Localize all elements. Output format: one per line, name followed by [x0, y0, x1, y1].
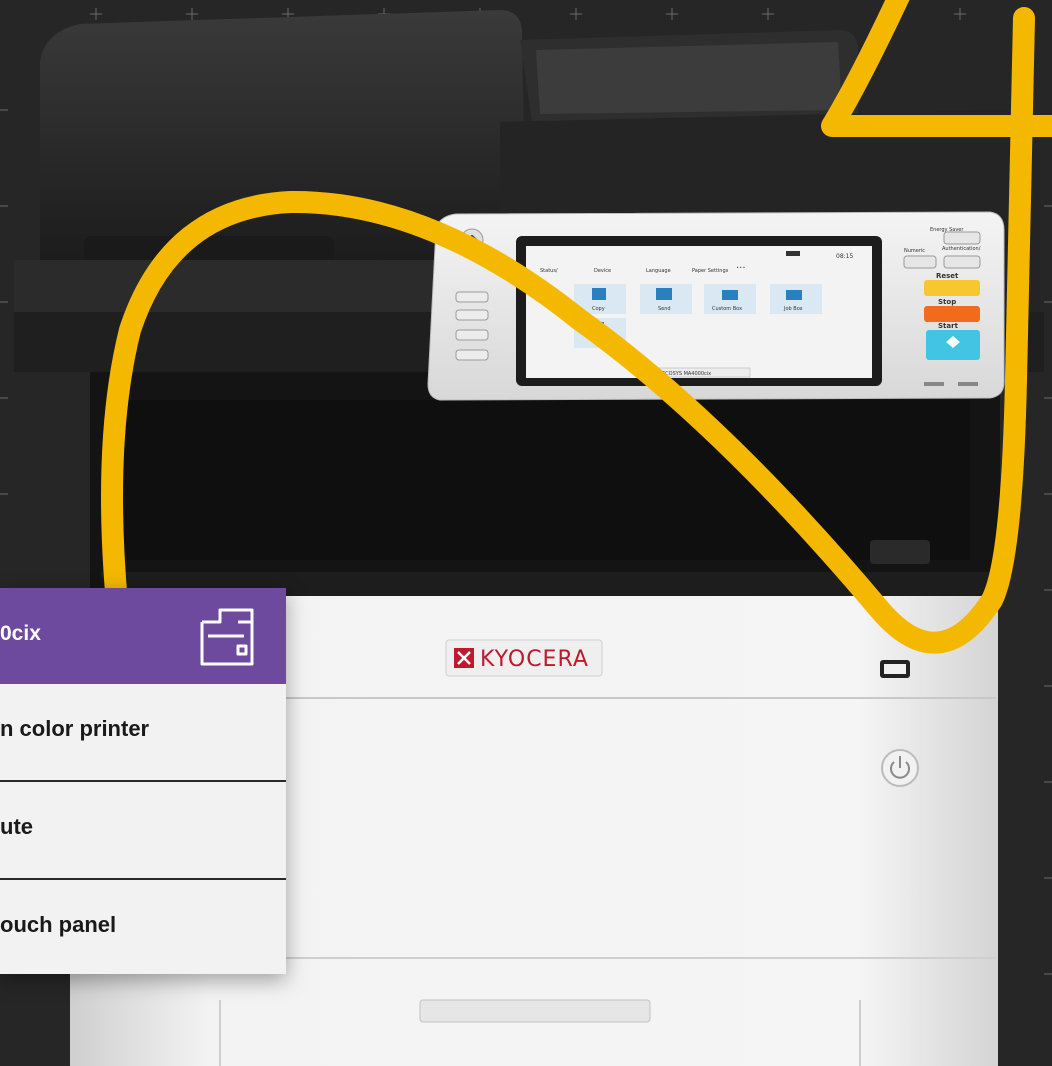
model-label: ECOSYS MA4000cix: [662, 371, 711, 377]
control-panel: 08:15 Status/ Device Language Paper Sett…: [427, 211, 1005, 401]
svg-text:Reset: Reset: [936, 272, 959, 280]
feature-label: n color printer: [0, 716, 150, 741]
feature-item: ute: [0, 782, 286, 880]
svg-text:Status/: Status/: [540, 268, 558, 274]
brand-logo-text: KYOCERA: [480, 647, 589, 672]
svg-text:Authentication/: Authentication/: [942, 246, 981, 252]
svg-text:Send: Send: [658, 306, 671, 312]
output-tray: [90, 372, 1000, 602]
printer-icon: [200, 608, 254, 666]
card-header: 0cix: [0, 588, 286, 684]
card-title: 0cix: [0, 622, 41, 645]
svg-text:Stop: Stop: [938, 298, 956, 306]
svg-text:Numeric: Numeric: [904, 248, 925, 254]
svg-text:...: ...: [736, 260, 746, 271]
svg-text:Language: Language: [646, 268, 671, 274]
svg-text:Paper Settings: Paper Settings: [692, 268, 729, 274]
product-info-card: 0cix n color printer ute ouch panel: [0, 588, 286, 974]
svg-text:08:15: 08:15: [836, 253, 853, 260]
feature-item: ouch panel: [0, 880, 286, 976]
svg-text:Copy: Copy: [592, 306, 605, 312]
svg-text:Start: Start: [938, 322, 959, 330]
feature-label: ute: [0, 814, 33, 839]
svg-text:Device: Device: [594, 268, 611, 274]
feature-item: n color printer: [0, 684, 286, 782]
svg-text:Job Box: Job Box: [783, 306, 803, 312]
svg-text:Custom Box: Custom Box: [712, 306, 742, 312]
feature-label: ouch panel: [0, 912, 117, 937]
svg-text:Energy Saver: Energy Saver: [930, 227, 964, 233]
